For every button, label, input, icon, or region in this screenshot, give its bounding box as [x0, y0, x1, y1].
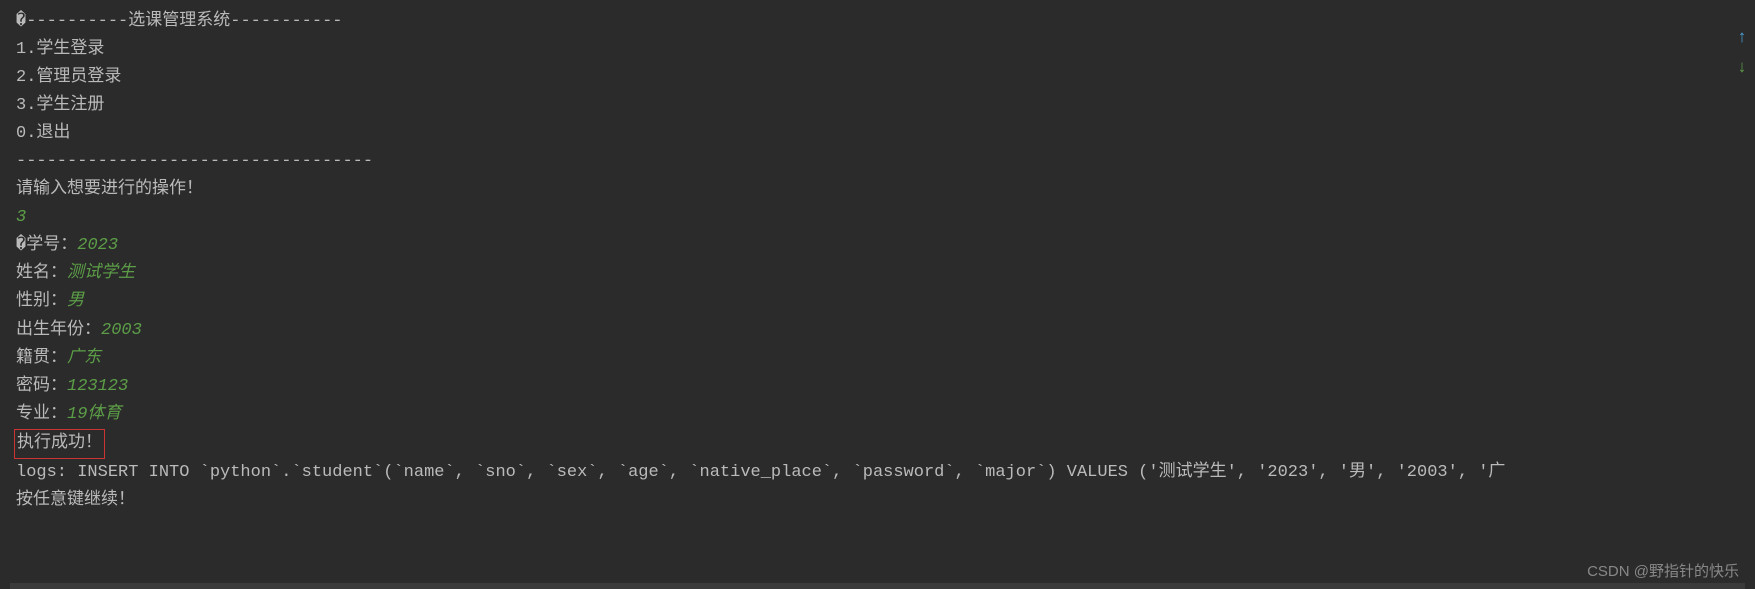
field-major-label: 专业： [16, 405, 67, 424]
menu-item-2: 2.管理员登录 [16, 64, 1739, 92]
divider: ----------------------------------- [16, 148, 1739, 176]
field-sno-value: 2023 [77, 236, 118, 255]
success-message: 执行成功！ [14, 429, 105, 459]
scroll-up-icon[interactable]: ↑ [1735, 25, 1749, 53]
horizontal-scrollbar[interactable] [10, 583, 1745, 589]
log-output: logs: INSERT INTO `python`.`student`(`na… [16, 459, 1739, 487]
field-sex-value: 男 [67, 292, 84, 311]
scroll-down-icon[interactable]: ↓ [1735, 55, 1749, 83]
watermark: CSDN @野指针的快乐 [1587, 560, 1739, 585]
operation-prompt: 请输入想要进行的操作！ [16, 176, 1739, 204]
field-password-label: 密码： [16, 377, 67, 396]
field-native-value: 广东 [67, 349, 101, 368]
menu-item-1: 1.学生登录 [16, 36, 1739, 64]
field-sex-label: 性别： [16, 292, 67, 311]
field-name-value: 测试学生 [67, 264, 135, 283]
field-sno-label: �学号： [16, 236, 77, 255]
field-native-label: 籍贯： [16, 349, 67, 368]
menu-header: �----------选课管理系统----------- [16, 8, 1739, 36]
user-input-choice: 3 [16, 208, 26, 227]
menu-item-3: 3.学生注册 [16, 92, 1739, 120]
menu-item-0: 0.退出 [16, 120, 1739, 148]
field-birth-label: 出生年份： [16, 321, 101, 340]
field-birth-value: 2003 [101, 321, 142, 340]
field-major-value: 19体育 [67, 405, 121, 424]
field-password-value: 123123 [67, 377, 128, 396]
field-name-label: 姓名： [16, 264, 67, 283]
continue-prompt: 按任意键继续！ [16, 487, 1739, 515]
